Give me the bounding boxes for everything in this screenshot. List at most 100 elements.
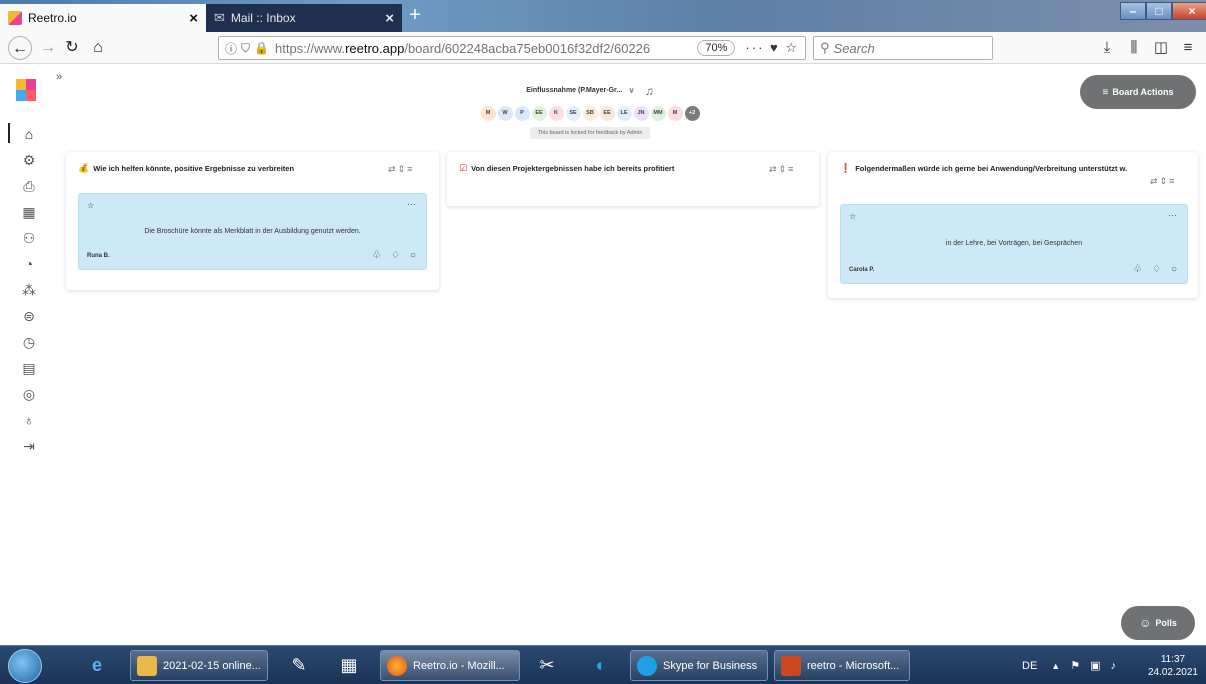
page-actions[interactable]: ··· ♥ ☆: [745, 40, 799, 56]
card[interactable]: ☆ ··· in der Lehre, bei Vorträgen, bei G…: [840, 204, 1188, 284]
star-icon[interactable]: ☆: [87, 201, 94, 210]
expand-sidebar-icon[interactable]: »: [56, 71, 62, 83]
menu-icon[interactable]: ≡: [1176, 36, 1200, 60]
thumbs-down-icon[interactable]: ♢: [391, 250, 400, 261]
snipping-tool-icon[interactable]: ✂: [524, 650, 570, 681]
window-close-button[interactable]: ×: [1172, 2, 1206, 20]
info-icon[interactable]: ⓘ: [225, 40, 237, 57]
member-avatar[interactable]: SE: [565, 105, 581, 121]
clock[interactable]: 11:37 24.02.2021: [1148, 653, 1198, 679]
thumbs-up-icon[interactable]: ♧: [1133, 264, 1142, 275]
tab-mail[interactable]: ✉ Mail :: Inbox ×: [206, 4, 402, 32]
sidebar-toggle-icon[interactable]: ◫: [1149, 36, 1173, 60]
comment-icon[interactable]: ○: [410, 250, 416, 261]
more-icon[interactable]: ···: [407, 199, 416, 209]
taskbar-label: 2021-02-15 online...: [163, 659, 261, 672]
more-icon[interactable]: ···: [1168, 210, 1177, 220]
language-indicator[interactable]: DE: [1022, 660, 1037, 672]
chevron-down-icon[interactable]: ∨: [628, 86, 635, 95]
timer-icon[interactable]: ◷: [20, 333, 38, 351]
member-avatar[interactable]: SB: [582, 105, 598, 121]
zoom-indicator[interactable]: 70%: [697, 40, 736, 56]
settings-icon[interactable]: ⚙: [20, 151, 38, 169]
member-avatar[interactable]: W: [497, 105, 513, 121]
bot-icon[interactable]: ⊜: [20, 307, 38, 325]
member-avatar[interactable]: MM: [650, 105, 666, 121]
member-avatar[interactable]: +2: [684, 105, 700, 121]
clock-time: 11:37: [1160, 654, 1186, 665]
card[interactable]: ☆ ··· Die Broschüre könnte als Merkblatt…: [78, 193, 427, 270]
url-bar[interactable]: ⓘ ⛉ 🔒 https://www.reetro.app/board/60224…: [218, 36, 806, 60]
calculator-icon[interactable]: ▦: [326, 650, 372, 681]
member-avatar[interactable]: EE: [531, 105, 547, 121]
maximize-button[interactable]: □: [1146, 2, 1172, 20]
column-tools[interactable]: ⇄⇕≡: [1150, 176, 1176, 187]
notepad-icon[interactable]: ✎: [276, 650, 322, 681]
member-avatar[interactable]: P: [514, 105, 530, 121]
minimize-button[interactable]: –: [1120, 2, 1146, 20]
card-actions: ♧ ♢ ○: [372, 250, 416, 261]
thumbs-down-icon[interactable]: ♢: [1152, 264, 1161, 275]
start-button[interactable]: [8, 649, 42, 683]
users-icon[interactable]: ⚇: [20, 229, 38, 247]
lightbulb-icon[interactable]: ♁: [20, 411, 38, 429]
comment-icon[interactable]: ○: [1171, 264, 1177, 275]
tab-title: Mail :: Inbox: [230, 11, 296, 25]
dashboard-icon[interactable]: ▦: [20, 203, 38, 221]
member-avatar[interactable]: LE: [616, 105, 632, 121]
tray-expand-icon[interactable]: ▲: [1051, 661, 1060, 671]
column-tools[interactable]: ⇄⇕≡: [769, 164, 795, 175]
reload-button[interactable]: ↻: [60, 36, 84, 60]
chart-icon[interactable]: ◔: [20, 255, 38, 273]
back-button[interactable]: ←: [8, 36, 32, 60]
close-icon[interactable]: ×: [385, 10, 394, 27]
taskbar-skype[interactable]: Skype for Business: [630, 650, 768, 681]
internet-explorer-icon[interactable]: e: [74, 650, 120, 681]
edge-icon[interactable]: ◐: [578, 650, 624, 681]
profile-icon[interactable]: ◎: [20, 385, 38, 403]
member-avatar[interactable]: K: [548, 105, 564, 121]
reetro-logo[interactable]: [16, 79, 36, 101]
star-icon[interactable]: ☆: [849, 212, 856, 221]
taskbar-powerpoint[interactable]: reetro - Microsoft...: [774, 650, 910, 681]
member-avatar[interactable]: M: [480, 105, 496, 121]
taskbar-firefox[interactable]: Reetro.io - Mozill...: [380, 650, 520, 681]
clock-date: 24.02.2021: [1147, 667, 1198, 678]
lock-icon: 🔒: [254, 41, 269, 55]
member-avatar[interactable]: M: [667, 105, 683, 121]
member-avatar[interactable]: JN: [633, 105, 649, 121]
new-tab-button[interactable]: +: [404, 4, 426, 28]
url-text[interactable]: https://www.reetro.app/board/602248acba7…: [275, 41, 691, 56]
polls-button[interactable]: ☺ Polls: [1121, 606, 1195, 640]
board-header: Einflussnahme (P.Mayer-Gr... ∨ ♫ M W P EE K S…: [430, 79, 750, 139]
forward-button[interactable]: →: [36, 36, 60, 60]
taskbar-explorer[interactable]: 2021-02-15 online...: [130, 650, 268, 681]
search-bar[interactable]: ⚲: [813, 36, 993, 60]
windows-taskbar: e 2021-02-15 online... ✎ ▦ Reetro.io - M…: [0, 645, 1206, 684]
card-icon[interactable]: ▤: [20, 359, 38, 377]
url-path: /board/602248acba75eb0016f32df2/60226: [404, 40, 651, 56]
library-icon[interactable]: ⫼: [1122, 36, 1146, 60]
column-title: ☑ Von diesen Projektergebnissen habe ich…: [459, 164, 674, 174]
board-title[interactable]: Einflussnahme (P.Mayer-Gr... ∨ ♫: [526, 84, 653, 98]
print-icon[interactable]: ⎙: [20, 177, 38, 195]
close-icon[interactable]: ×: [189, 10, 198, 27]
member-avatar[interactable]: EE: [599, 105, 615, 121]
thumbs-up-icon[interactable]: ♧: [372, 250, 381, 261]
column-title: ❗ Folgendermaßen würde ich gerne bei Anw…: [840, 164, 1190, 174]
home-button[interactable]: ⌂: [86, 36, 110, 60]
network-icon[interactable]: ▣: [1090, 659, 1100, 672]
home-icon[interactable]: ⌂: [20, 125, 38, 143]
tab-reetro[interactable]: Reetro.io ×: [0, 4, 206, 32]
tracking-shield-icon[interactable]: ⛉: [241, 41, 250, 56]
action-center-icon[interactable]: ⚑: [1070, 659, 1080, 672]
logout-icon[interactable]: ⇥: [20, 437, 38, 455]
bell-icon[interactable]: ♫: [645, 84, 654, 98]
volume-icon[interactable]: ♪: [1110, 660, 1116, 672]
firefox-icon: [387, 655, 407, 676]
downloads-icon[interactable]: ⤓: [1095, 36, 1119, 60]
board-actions-button[interactable]: ≡ Board Actions: [1080, 75, 1196, 109]
column-tools[interactable]: ⇄⇕≡: [388, 164, 414, 175]
apps-icon[interactable]: ⁂: [20, 281, 38, 299]
search-input[interactable]: [833, 40, 984, 56]
